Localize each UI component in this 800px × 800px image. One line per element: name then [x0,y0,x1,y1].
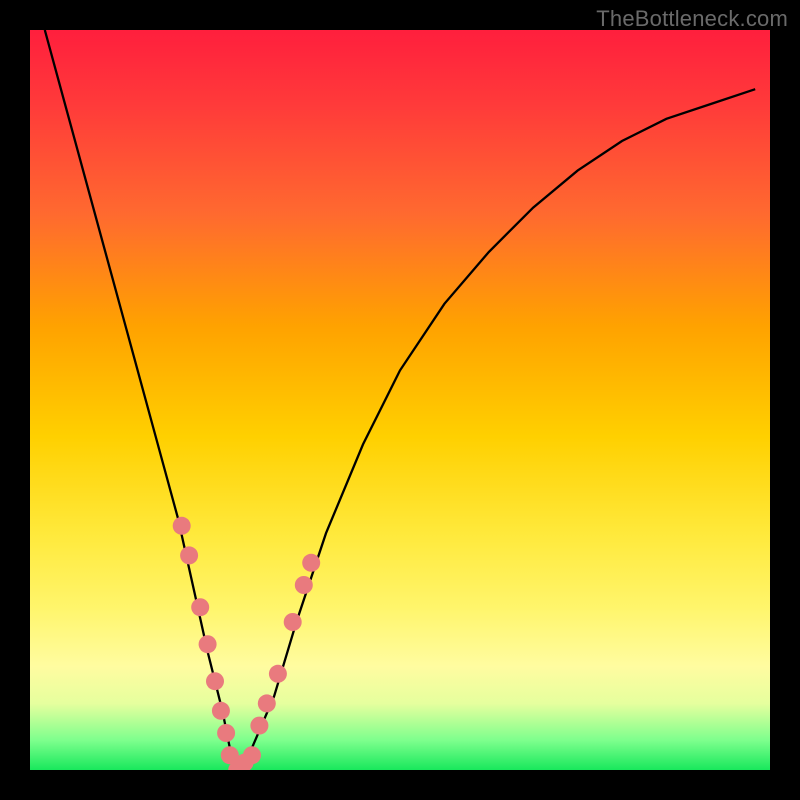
bottleneck-curve-path [45,30,755,770]
highlight-marker [191,598,209,616]
watermark-text: TheBottleneck.com [596,6,788,32]
highlight-marker [302,554,320,572]
highlight-marker [243,746,261,764]
outer-frame: TheBottleneck.com [0,0,800,800]
highlight-marker [206,672,224,690]
chart-svg [30,30,770,770]
highlight-marker [295,576,313,594]
highlight-marker [199,635,217,653]
highlight-marker [173,517,191,535]
highlight-marker [180,546,198,564]
marker-layer [173,517,321,770]
curve-layer [45,30,755,770]
highlight-marker [250,717,268,735]
highlight-marker [284,613,302,631]
highlight-marker [258,694,276,712]
highlight-marker [212,702,230,720]
highlight-marker [217,724,235,742]
plot-area [30,30,770,770]
highlight-marker [269,665,287,683]
